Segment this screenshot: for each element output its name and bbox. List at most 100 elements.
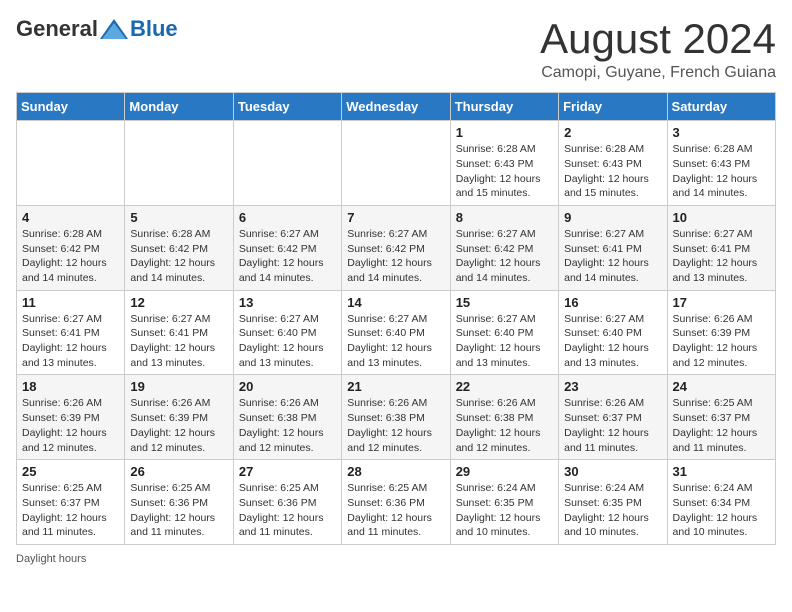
- day-info: Sunrise: 6:27 AMSunset: 6:42 PMDaylight:…: [347, 227, 444, 286]
- calendar-week-row: 11 Sunrise: 6:27 AMSunset: 6:41 PMDayligh…: [17, 290, 776, 375]
- day-number: 15: [456, 295, 553, 310]
- daylight-label: Daylight hours: [16, 553, 86, 565]
- calendar-day-header: Monday: [125, 93, 233, 121]
- day-info: Sunrise: 6:27 AMSunset: 6:40 PMDaylight:…: [564, 312, 661, 371]
- calendar-week-row: 1Sunrise: 6:28 AMSunset: 6:43 PMDaylight…: [17, 121, 776, 206]
- day-info: Sunrise: 6:27 AMSunset: 6:41 PMDaylight:…: [673, 227, 770, 286]
- day-info: Sunrise: 6:26 AMSunset: 6:38 PMDaylight:…: [456, 396, 553, 455]
- calendar-cell: 8 Sunrise: 6:27 AMSunset: 6:42 PMDaylight…: [450, 205, 558, 290]
- day-number: 26: [130, 464, 227, 479]
- calendar-day-header: Saturday: [667, 93, 775, 121]
- calendar-cell: 2Sunrise: 6:28 AMSunset: 6:43 PMDaylight…: [559, 121, 667, 206]
- calendar-cell: 30 Sunrise: 6:24 AMSunset: 6:35 PMDayligh…: [559, 460, 667, 545]
- day-number: 14: [347, 295, 444, 310]
- day-info: Sunrise: 6:25 AMSunset: 6:36 PMDaylight:…: [130, 481, 227, 540]
- day-info: Sunrise: 6:26 AMSunset: 6:39 PMDaylight:…: [673, 312, 770, 371]
- day-info: Sunrise: 6:25 AMSunset: 6:36 PMDaylight:…: [347, 481, 444, 540]
- calendar-cell: 4 Sunrise: 6:28 AMSunset: 6:42 PMDaylight…: [17, 205, 125, 290]
- day-info: Sunrise: 6:24 AMSunset: 6:35 PMDaylight:…: [564, 481, 661, 540]
- day-info: Sunrise: 6:28 AMSunset: 6:43 PMDaylight:…: [673, 142, 770, 201]
- calendar-cell: 1Sunrise: 6:28 AMSunset: 6:43 PMDaylight…: [450, 121, 558, 206]
- calendar-cell: 19Sunrise: 6:26 AMSunset: 6:39 PMDayligh…: [125, 375, 233, 460]
- day-info: Sunrise: 6:27 AMSunset: 6:41 PMDaylight:…: [130, 312, 227, 371]
- day-info: Sunrise: 6:26 AMSunset: 6:39 PMDaylight:…: [22, 396, 119, 455]
- calendar-week-row: 25 Sunrise: 6:25 AMSunset: 6:37 PMDayligh…: [17, 460, 776, 545]
- calendar-cell: [17, 121, 125, 206]
- calendar-cell: 6 Sunrise: 6:27 AMSunset: 6:42 PMDaylight…: [233, 205, 341, 290]
- day-info: Sunrise: 6:25 AMSunset: 6:37 PMDaylight:…: [22, 481, 119, 540]
- day-info: Sunrise: 6:24 AMSunset: 6:34 PMDaylight:…: [673, 481, 770, 540]
- day-info: Sunrise: 6:27 AMSunset: 6:41 PMDaylight:…: [564, 227, 661, 286]
- day-number: 20: [239, 379, 336, 394]
- day-info: Sunrise: 6:28 AMSunset: 6:42 PMDaylight:…: [22, 227, 119, 286]
- calendar-cell: 12Sunrise: 6:27 AMSunset: 6:41 PMDayligh…: [125, 290, 233, 375]
- calendar-table: SundayMondayTuesdayWednesdayThursdayFrid…: [16, 92, 776, 545]
- day-info: Sunrise: 6:27 AMSunset: 6:42 PMDaylight:…: [456, 227, 553, 286]
- day-number: 11: [22, 295, 119, 310]
- day-info: Sunrise: 6:26 AMSunset: 6:38 PMDaylight:…: [347, 396, 444, 455]
- day-info: Sunrise: 6:28 AMSunset: 6:43 PMDaylight:…: [456, 142, 553, 201]
- calendar-week-row: 4 Sunrise: 6:28 AMSunset: 6:42 PMDaylight…: [17, 205, 776, 290]
- day-info: Sunrise: 6:26 AMSunset: 6:39 PMDaylight:…: [130, 396, 227, 455]
- calendar-cell: 26 Sunrise: 6:25 AMSunset: 6:36 PMDayligh…: [125, 460, 233, 545]
- day-number: 22: [456, 379, 553, 394]
- calendar-cell: 17 Sunrise: 6:26 AMSunset: 6:39 PMDayligh…: [667, 290, 775, 375]
- calendar-cell: [233, 121, 341, 206]
- calendar-cell: 11 Sunrise: 6:27 AMSunset: 6:41 PMDayligh…: [17, 290, 125, 375]
- day-info: Sunrise: 6:27 AMSunset: 6:40 PMDaylight:…: [347, 312, 444, 371]
- calendar-day-header: Thursday: [450, 93, 558, 121]
- day-number: 24: [673, 379, 770, 394]
- calendar-cell: [342, 121, 450, 206]
- day-number: 30: [564, 464, 661, 479]
- calendar-cell: 22 Sunrise: 6:26 AMSunset: 6:38 PMDayligh…: [450, 375, 558, 460]
- calendar-cell: 29Sunrise: 6:24 AMSunset: 6:35 PMDayligh…: [450, 460, 558, 545]
- calendar-cell: 23Sunrise: 6:26 AMSunset: 6:37 PMDayligh…: [559, 375, 667, 460]
- calendar-cell: 27 Sunrise: 6:25 AMSunset: 6:36 PMDayligh…: [233, 460, 341, 545]
- logo: General Blue: [16, 16, 178, 42]
- day-number: 27: [239, 464, 336, 479]
- calendar-cell: 15Sunrise: 6:27 AMSunset: 6:40 PMDayligh…: [450, 290, 558, 375]
- calendar-cell: [125, 121, 233, 206]
- calendar-day-header: Friday: [559, 93, 667, 121]
- calendar-cell: 28 Sunrise: 6:25 AMSunset: 6:36 PMDayligh…: [342, 460, 450, 545]
- calendar-cell: 5 Sunrise: 6:28 AMSunset: 6:42 PMDaylight…: [125, 205, 233, 290]
- calendar-cell: 9 Sunrise: 6:27 AMSunset: 6:41 PMDaylight…: [559, 205, 667, 290]
- day-number: 29: [456, 464, 553, 479]
- logo-blue-text: Blue: [130, 16, 178, 42]
- calendar-cell: 20 Sunrise: 6:26 AMSunset: 6:38 PMDayligh…: [233, 375, 341, 460]
- day-number: 9: [564, 210, 661, 225]
- page-header: General Blue August 2024 Camopi, Guyane,…: [16, 16, 776, 82]
- calendar-week-row: 18Sunrise: 6:26 AMSunset: 6:39 PMDayligh…: [17, 375, 776, 460]
- day-number: 6: [239, 210, 336, 225]
- day-info: Sunrise: 6:26 AMSunset: 6:38 PMDaylight:…: [239, 396, 336, 455]
- logo-icon: [100, 19, 128, 39]
- day-number: 4: [22, 210, 119, 225]
- month-title: August 2024: [540, 16, 776, 62]
- calendar-cell: 18Sunrise: 6:26 AMSunset: 6:39 PMDayligh…: [17, 375, 125, 460]
- footer: Daylight hours: [16, 553, 776, 565]
- day-info: Sunrise: 6:28 AMSunset: 6:42 PMDaylight:…: [130, 227, 227, 286]
- calendar-cell: 3 Sunrise: 6:28 AMSunset: 6:43 PMDaylight…: [667, 121, 775, 206]
- day-number: 25: [22, 464, 119, 479]
- day-info: Sunrise: 6:27 AMSunset: 6:42 PMDaylight:…: [239, 227, 336, 286]
- day-number: 8: [456, 210, 553, 225]
- calendar-cell: 16Sunrise: 6:27 AMSunset: 6:40 PMDayligh…: [559, 290, 667, 375]
- day-info: Sunrise: 6:27 AMSunset: 6:41 PMDaylight:…: [22, 312, 119, 371]
- day-info: Sunrise: 6:25 AMSunset: 6:36 PMDaylight:…: [239, 481, 336, 540]
- day-number: 21: [347, 379, 444, 394]
- calendar-cell: 14 Sunrise: 6:27 AMSunset: 6:40 PMDayligh…: [342, 290, 450, 375]
- day-number: 3: [673, 125, 770, 140]
- calendar-header-row: SundayMondayTuesdayWednesdayThursdayFrid…: [17, 93, 776, 121]
- day-number: 5: [130, 210, 227, 225]
- calendar-cell: 24 Sunrise: 6:25 AMSunset: 6:37 PMDayligh…: [667, 375, 775, 460]
- day-info: Sunrise: 6:27 AMSunset: 6:40 PMDaylight:…: [239, 312, 336, 371]
- day-number: 28: [347, 464, 444, 479]
- calendar-cell: 10 Sunrise: 6:27 AMSunset: 6:41 PMDayligh…: [667, 205, 775, 290]
- day-number: 17: [673, 295, 770, 310]
- calendar-cell: 21 Sunrise: 6:26 AMSunset: 6:38 PMDayligh…: [342, 375, 450, 460]
- logo-general-text: General: [16, 16, 98, 42]
- day-number: 10: [673, 210, 770, 225]
- day-info: Sunrise: 6:25 AMSunset: 6:37 PMDaylight:…: [673, 396, 770, 455]
- day-info: Sunrise: 6:26 AMSunset: 6:37 PMDaylight:…: [564, 396, 661, 455]
- calendar-cell: 25 Sunrise: 6:25 AMSunset: 6:37 PMDayligh…: [17, 460, 125, 545]
